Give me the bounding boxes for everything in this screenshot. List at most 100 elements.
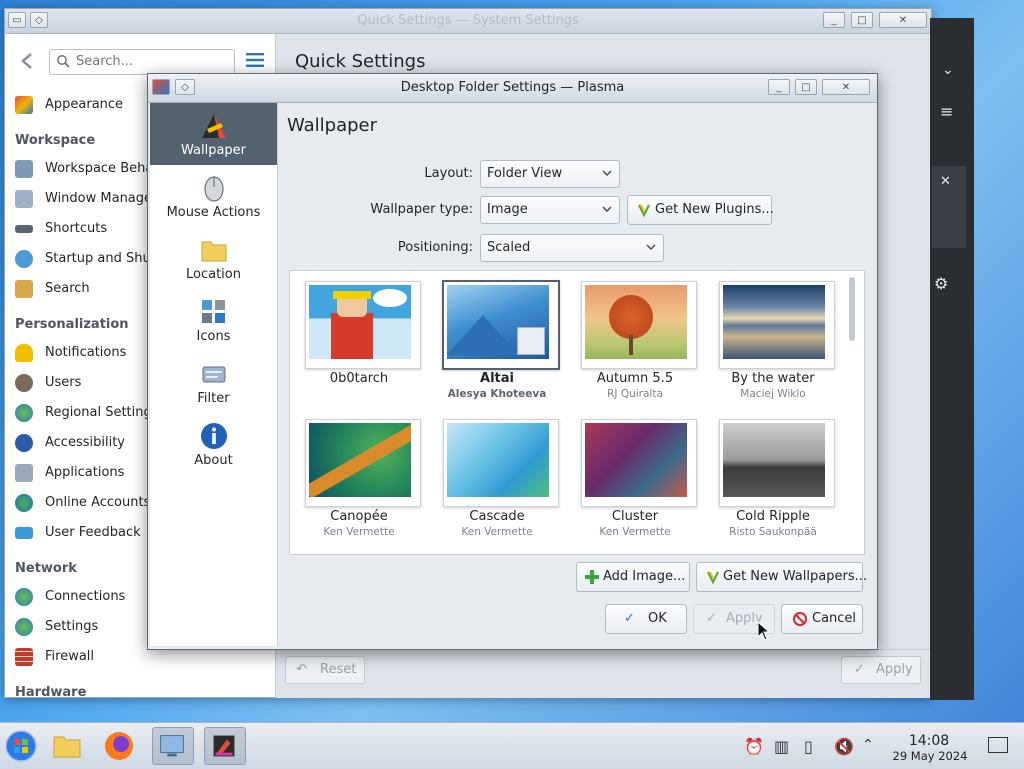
- search-field[interactable]: [49, 49, 235, 75]
- wallpaper-author: Ken Vermette: [599, 526, 671, 538]
- sidebar-item-label: User Feedback: [45, 525, 141, 540]
- firewall-icon: [15, 648, 33, 666]
- keyboard-icon: [15, 225, 33, 233]
- chevron-down-icon: [602, 206, 612, 212]
- wallpaper-item[interactable]: Cascade Ken Vermette: [428, 409, 566, 547]
- wallpaper-item[interactable]: Autumn 5.5 RJ Quiralta: [566, 271, 704, 409]
- category-mouse-actions[interactable]: Mouse Actions: [150, 165, 277, 227]
- wallpaper-grid[interactable]: 0b0tarch Altai Alesya Khoteeva Autumn 5.…: [289, 270, 865, 555]
- reset-label: Reset: [320, 662, 357, 677]
- connections-icon: [15, 588, 33, 606]
- get-new-plugins-button[interactable]: Get New Plugins...: [627, 195, 774, 225]
- wallpaper-item[interactable]: Canopée Ken Vermette: [290, 409, 428, 547]
- category-wallpaper[interactable]: Wallpaper: [150, 103, 277, 165]
- dialog-titlebar[interactable]: ◇ Desktop Folder Settings — Plasma _ □ ✕: [148, 74, 877, 103]
- wallpaper-thumbnail: [309, 285, 411, 359]
- category-label: Location: [186, 267, 241, 282]
- wallpaper-author: Ken Vermette: [323, 526, 395, 538]
- menu-icon[interactable]: ≡: [940, 102, 953, 121]
- category-about[interactable]: About: [150, 413, 277, 475]
- bell-icon: [15, 344, 33, 362]
- clock-time[interactable]: 14:08: [905, 733, 953, 749]
- feedback-icon: [15, 527, 33, 539]
- firefox-icon: [105, 732, 133, 760]
- add-image-button[interactable]: Add Image...: [576, 562, 690, 592]
- side-window: ⌄ ≡ ⚙: [930, 18, 974, 700]
- wallpaper-author: Risto Saukonpää: [729, 526, 817, 538]
- back-icon[interactable]: [19, 52, 39, 70]
- wallpaper-thumbnail: [723, 285, 825, 359]
- wallpaper-thumbnail: [309, 423, 411, 497]
- section-heading-personalization: Personalization: [15, 317, 129, 332]
- category-label: About: [194, 453, 233, 468]
- positioning-label: Positioning:: [397, 240, 473, 255]
- category-filter[interactable]: Filter: [150, 351, 277, 413]
- notifications-tray-icon[interactable]: ⏰: [744, 737, 764, 756]
- category-location[interactable]: Location: [150, 227, 277, 289]
- wallpaper-item[interactable]: 0b0tarch: [290, 271, 428, 409]
- wallpaper-item[interactable]: Cluster Ken Vermette: [566, 409, 704, 547]
- wallpaper-name: Cascade: [469, 509, 525, 524]
- reset-button[interactable]: ↶ Reset: [285, 656, 365, 684]
- plus-icon: [585, 570, 599, 584]
- wallpaper-icon: [201, 114, 226, 138]
- reset-icon: ↶: [296, 662, 307, 677]
- window-title: Quick Settings — System Settings: [357, 13, 579, 28]
- mouse-cursor-icon: [757, 621, 771, 641]
- mouse-icon: [203, 176, 224, 202]
- search-input[interactable]: [74, 53, 228, 70]
- chevron-up-icon[interactable]: ⌃: [862, 737, 880, 755]
- maximize-button[interactable]: □: [851, 12, 873, 28]
- get-new-wallpapers-button[interactable]: Get New Wallpapers...: [696, 562, 867, 592]
- get-new-wallpapers-label: Get New Wallpapers...: [723, 569, 867, 584]
- gear-icon[interactable]: ⚙: [934, 274, 948, 293]
- battery-tray-icon[interactable]: ▯: [804, 737, 822, 756]
- minimize-button[interactable]: _: [823, 12, 845, 28]
- chevron-down-icon: [602, 170, 612, 176]
- volume-muted-icon[interactable]: 🔇: [834, 737, 854, 756]
- start-button[interactable]: [2, 727, 44, 765]
- scrollbar-thumb[interactable]: [849, 277, 855, 341]
- close-icon[interactable]: ✕: [940, 174, 951, 189]
- sidebar-item-label: Users: [45, 375, 82, 390]
- category-icons[interactable]: Icons: [150, 289, 277, 351]
- network-settings-icon: [15, 618, 33, 636]
- folder-icon: [53, 736, 81, 758]
- system-settings-titlebar[interactable]: ▭ ◇ Quick Settings — System Settings _ □…: [5, 9, 931, 34]
- task-firefox[interactable]: [100, 727, 142, 765]
- settings-apply-button[interactable]: ✓ Apply: [841, 656, 921, 684]
- category-label: Mouse Actions: [166, 205, 261, 220]
- clipboard-tray-icon[interactable]: ▥: [774, 737, 792, 756]
- wallpaper-item[interactable]: Cold Ripple Risto Saukonpää: [704, 409, 842, 547]
- wallpaper-author: RJ Quiralta: [607, 388, 663, 400]
- minimize-button[interactable]: _: [768, 79, 790, 95]
- chevron-down-icon[interactable]: ⌄: [942, 62, 954, 78]
- ok-button[interactable]: ✓ OK: [605, 604, 687, 634]
- wallpaper-item[interactable]: By the water Maciej Wiklo: [704, 271, 842, 409]
- window-management-icon: [15, 190, 33, 208]
- page-title: Wallpaper: [287, 115, 378, 136]
- sidebar-item-label: Applications: [45, 465, 125, 480]
- task-plasma[interactable]: [204, 727, 246, 765]
- start-menu-icon: [5, 730, 37, 762]
- wallpaper-name: 0b0tarch: [329, 371, 389, 386]
- page-title: Quick Settings: [295, 51, 426, 72]
- close-button[interactable]: ✕: [822, 79, 870, 95]
- download-icon: [638, 204, 650, 218]
- show-desktop-icon[interactable]: [988, 737, 1008, 753]
- startup-icon: [15, 250, 33, 268]
- wallpaper-thumbnail: [585, 423, 687, 497]
- wallpaper-item-selected[interactable]: Altai Alesya Khoteeva: [428, 271, 566, 409]
- clock-date[interactable]: 29 May 2024: [888, 749, 972, 763]
- wallpaper-type-select[interactable]: Image: [480, 196, 620, 224]
- maximize-button[interactable]: □: [795, 79, 817, 95]
- task-file-manager[interactable]: [48, 727, 90, 765]
- info-icon: [200, 423, 227, 449]
- hamburger-menu-icon[interactable]: [245, 52, 265, 68]
- close-button[interactable]: ✕: [879, 12, 927, 28]
- task-system-settings[interactable]: [152, 727, 194, 765]
- positioning-select[interactable]: Scaled: [480, 234, 664, 262]
- cancel-button[interactable]: Cancel: [781, 604, 863, 634]
- sidebar-item-label: Appearance: [45, 97, 124, 112]
- layout-select[interactable]: Folder View: [480, 160, 620, 188]
